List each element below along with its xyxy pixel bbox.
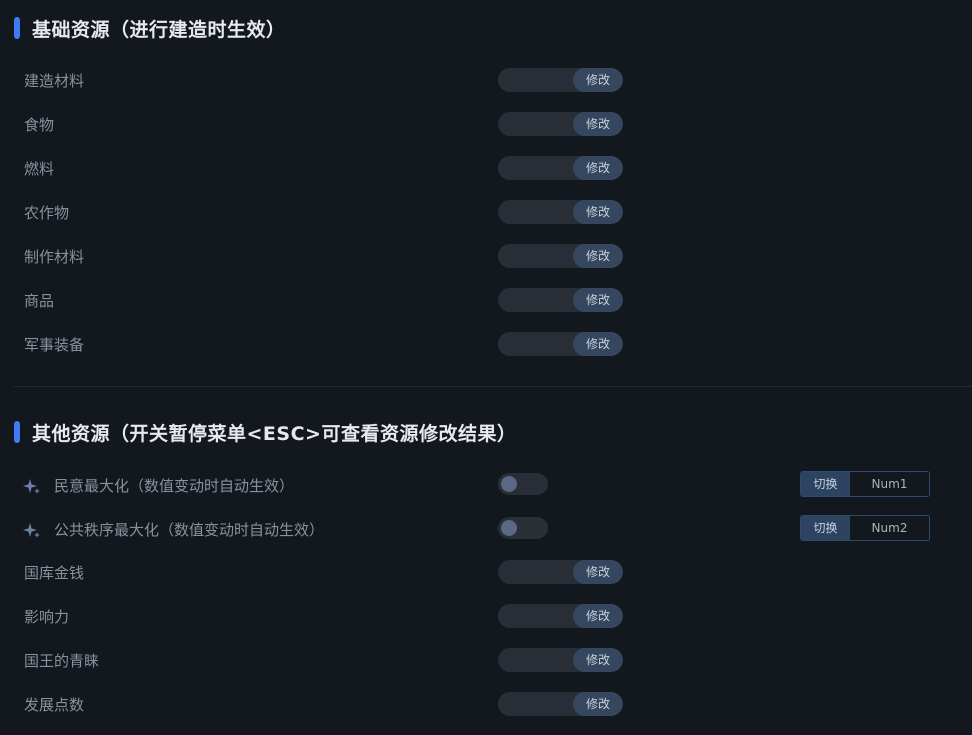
toggle-knob xyxy=(501,476,517,492)
resource-label: 燃料 xyxy=(24,160,55,178)
resource-row-royal-favor: 国王的青睐 修改 xyxy=(0,648,972,674)
edit-button[interactable]: 修改 xyxy=(573,156,623,180)
cheat-panel: 基础资源（进行建造时生效） 建造材料 修改 食物 修改 燃料 修改 农作物 修改… xyxy=(0,0,972,735)
section-divider xyxy=(14,386,972,387)
section-accent-bar xyxy=(14,17,20,39)
edit-control[interactable]: 修改 xyxy=(498,156,623,180)
resource-row-development-points: 发展点数 修改 xyxy=(0,692,972,718)
hotkey-key[interactable]: Num2 xyxy=(850,516,929,540)
resource-row-goods: 商品 修改 xyxy=(0,288,972,314)
edit-button[interactable]: 修改 xyxy=(573,288,623,312)
resource-row-building-materials: 建造材料 修改 xyxy=(0,68,972,94)
resource-label: 建造材料 xyxy=(24,72,85,90)
edit-control[interactable]: 修改 xyxy=(498,332,623,356)
edit-control[interactable]: 修改 xyxy=(498,604,623,628)
resource-label: 农作物 xyxy=(24,204,70,222)
resource-label: 发展点数 xyxy=(24,696,85,714)
toggle-row-max-public-opinion: 民意最大化（数值变动时自动生效） 切换 Num1 xyxy=(0,471,972,499)
edit-control[interactable]: 修改 xyxy=(498,648,623,672)
toggle-row-max-public-order: 公共秩序最大化（数值变动时自动生效） 切换 Num2 xyxy=(0,515,972,543)
section-accent-bar xyxy=(14,421,20,443)
resource-label: 制作材料 xyxy=(24,248,85,266)
edit-control[interactable]: 修改 xyxy=(498,560,623,584)
resource-label: 军事装备 xyxy=(24,336,85,354)
toggle-switch[interactable] xyxy=(498,473,548,495)
resource-row-fuel: 燃料 修改 xyxy=(0,156,972,182)
section-title: 其他资源（开关暂停菜单<ESC>可查看资源修改结果） xyxy=(32,422,517,445)
sparkle-icon xyxy=(23,523,40,538)
edit-control[interactable]: 修改 xyxy=(498,112,623,136)
edit-button[interactable]: 修改 xyxy=(573,604,623,628)
edit-button[interactable]: 修改 xyxy=(573,68,623,92)
edit-control[interactable]: 修改 xyxy=(498,288,623,312)
resource-row-influence: 影响力 修改 xyxy=(0,604,972,630)
resource-row-treasury-money: 国库金钱 修改 xyxy=(0,560,972,586)
resource-label: 食物 xyxy=(24,116,55,134)
edit-button[interactable]: 修改 xyxy=(573,200,623,224)
hotkey-binding[interactable]: 切换 Num2 xyxy=(800,515,930,541)
edit-control[interactable]: 修改 xyxy=(498,692,623,716)
resource-label: 商品 xyxy=(24,292,55,310)
edit-control[interactable]: 修改 xyxy=(498,68,623,92)
edit-button[interactable]: 修改 xyxy=(573,244,623,268)
resource-label: 国王的青睐 xyxy=(24,652,100,670)
resource-row-crafting-materials: 制作材料 修改 xyxy=(0,244,972,270)
section-basic-resources-header: 基础资源（进行建造时生效） xyxy=(14,16,286,41)
resource-row-crops: 农作物 修改 xyxy=(0,200,972,226)
resource-label: 国库金钱 xyxy=(24,564,85,582)
section-other-resources-header: 其他资源（开关暂停菜单<ESC>可查看资源修改结果） xyxy=(14,420,517,445)
edit-button[interactable]: 修改 xyxy=(573,560,623,584)
toggle-label: 民意最大化（数值变动时自动生效） xyxy=(54,477,295,495)
toggle-label: 公共秩序最大化（数值变动时自动生效） xyxy=(54,521,325,539)
hotkey-binding[interactable]: 切换 Num1 xyxy=(800,471,930,497)
edit-button[interactable]: 修改 xyxy=(573,648,623,672)
edit-button[interactable]: 修改 xyxy=(573,332,623,356)
sparkle-icon xyxy=(23,479,40,494)
switch-button[interactable]: 切换 xyxy=(801,472,850,496)
toggle-switch[interactable] xyxy=(498,517,548,539)
toggle-knob xyxy=(501,520,517,536)
resource-label: 影响力 xyxy=(24,608,70,626)
section-title: 基础资源（进行建造时生效） xyxy=(32,18,286,41)
edit-control[interactable]: 修改 xyxy=(498,200,623,224)
edit-button[interactable]: 修改 xyxy=(573,692,623,716)
hotkey-key[interactable]: Num1 xyxy=(850,472,929,496)
edit-button[interactable]: 修改 xyxy=(573,112,623,136)
resource-row-military-equipment: 军事装备 修改 xyxy=(0,332,972,358)
edit-control[interactable]: 修改 xyxy=(498,244,623,268)
resource-row-food: 食物 修改 xyxy=(0,112,972,138)
switch-button[interactable]: 切换 xyxy=(801,516,850,540)
